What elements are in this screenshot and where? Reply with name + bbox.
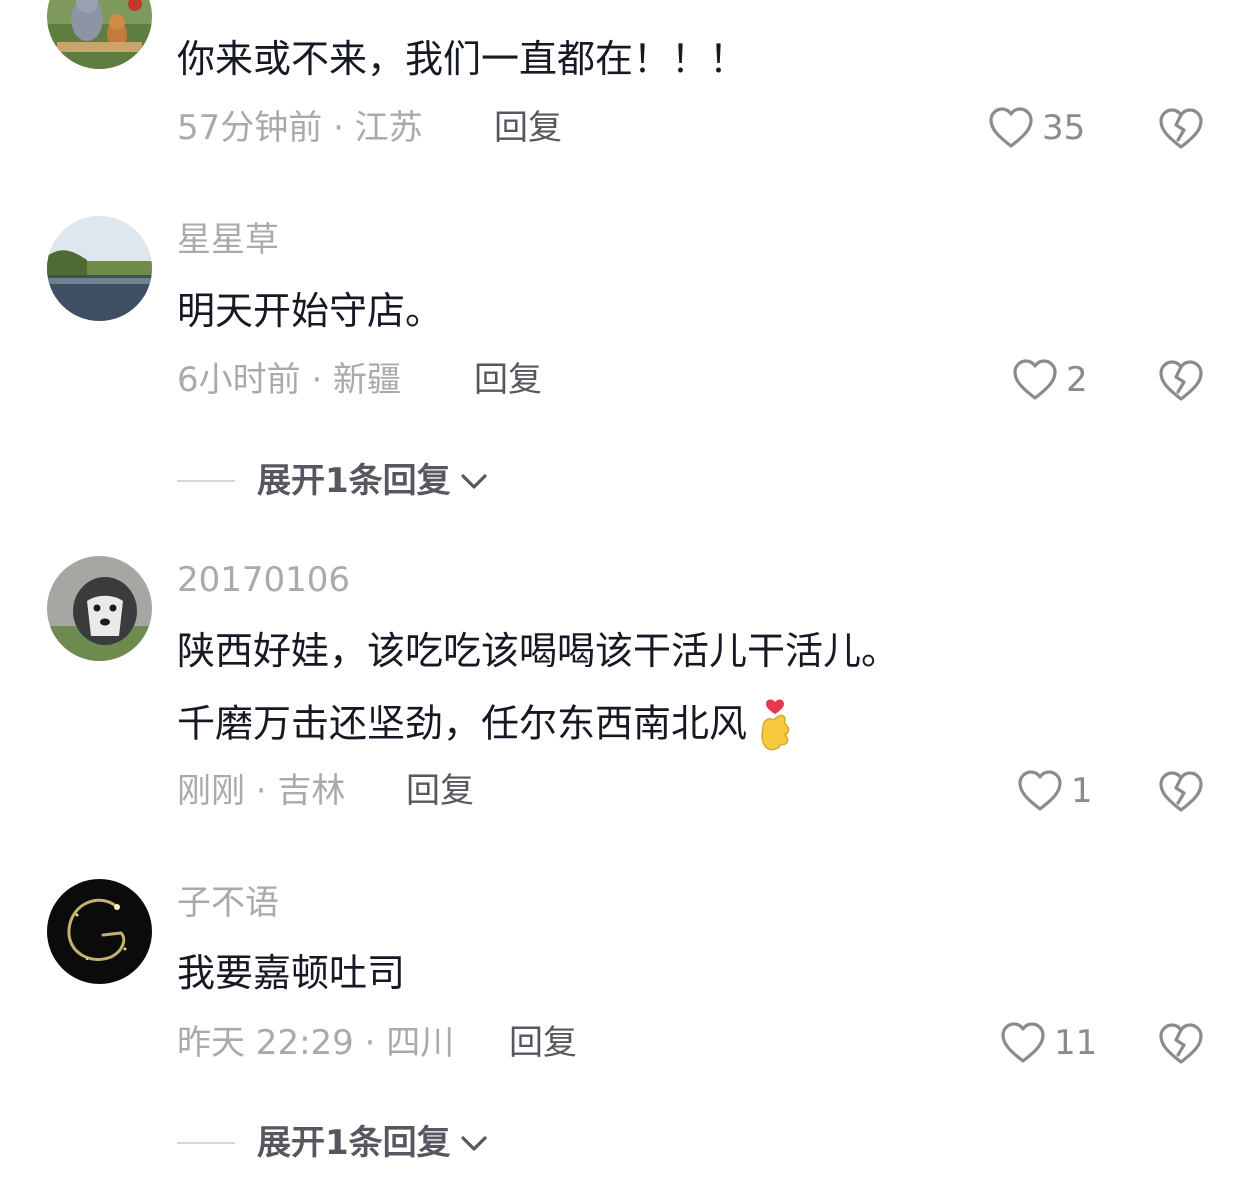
comment-text: 陕西好娃，该吃吃该喝喝该干活儿干活儿。 xyxy=(177,629,900,673)
divider xyxy=(177,480,235,482)
chevron-down-icon xyxy=(461,1136,487,1151)
heart-outline-icon xyxy=(1018,770,1062,811)
comment-text: 千磨万击还坚劲，任尔东西南北风 xyxy=(177,698,797,754)
dislike-button[interactable] xyxy=(1158,1021,1204,1067)
finger-heart-emoji xyxy=(761,699,790,751)
expand-replies-button[interactable]: 展开1条回复 xyxy=(177,1121,489,1165)
divider xyxy=(177,1142,235,1144)
username[interactable]: 子不语 xyxy=(177,883,279,923)
expand-replies-button[interactable]: 展开1条回复 xyxy=(177,459,489,503)
like-count: 1 xyxy=(1071,771,1093,811)
broken-heart-icon xyxy=(1159,1023,1203,1064)
heart-outline-icon xyxy=(989,107,1033,148)
comment-time-location: 昨天 22:29 · 四川 xyxy=(177,1023,455,1063)
reply-button[interactable]: 回复 xyxy=(494,108,562,148)
comment-text: 我要嘉顿吐司 xyxy=(177,951,406,995)
like-count: 11 xyxy=(1054,1023,1098,1063)
comment-list: 你来或不来，我们一直都在！！！ 57分钟前 · 江苏 回复 35 星星草 明天开… xyxy=(0,0,1242,1194)
like-count: 2 xyxy=(1066,360,1088,400)
dislike-button[interactable] xyxy=(1158,106,1204,152)
like-button[interactable]: 2 xyxy=(1012,356,1088,404)
reply-button[interactable]: 回复 xyxy=(474,360,542,400)
expand-replies-label: 展开1条回复 xyxy=(257,1123,451,1163)
heart-outline-icon xyxy=(1013,359,1057,400)
avatar[interactable] xyxy=(47,216,152,321)
like-button[interactable]: 35 xyxy=(988,104,1085,152)
comment-text: 你来或不来，我们一直都在！！！ xyxy=(177,37,748,81)
heart-outline-icon xyxy=(1001,1022,1045,1063)
broken-heart-icon xyxy=(1159,108,1203,149)
comment-text-line: 千磨万击还坚劲，任尔东西南北风 xyxy=(177,701,748,746)
like-button[interactable]: 11 xyxy=(1000,1019,1097,1067)
like-count: 35 xyxy=(1042,108,1086,148)
chevron-down-icon xyxy=(461,474,487,489)
avatar[interactable] xyxy=(47,0,152,69)
broken-heart-icon xyxy=(1159,360,1203,401)
comment-text: 明天开始守店。 xyxy=(177,289,444,333)
dislike-button[interactable] xyxy=(1158,358,1204,404)
comment-time-location: 6小时前 · 新疆 xyxy=(177,360,402,400)
avatar[interactable] xyxy=(47,556,152,661)
dislike-button[interactable] xyxy=(1158,769,1204,815)
reply-button[interactable]: 回复 xyxy=(509,1023,577,1063)
like-button[interactable]: 1 xyxy=(1017,767,1093,815)
username[interactable]: 20170106 xyxy=(177,560,350,600)
avatar[interactable] xyxy=(47,879,152,984)
reply-button[interactable]: 回复 xyxy=(406,771,474,811)
expand-replies-label: 展开1条回复 xyxy=(257,461,451,501)
username[interactable]: 星星草 xyxy=(177,220,279,260)
broken-heart-icon xyxy=(1159,771,1203,812)
comment-time-location: 刚刚 · 吉林 xyxy=(177,771,346,811)
comment-time-location: 57分钟前 · 江苏 xyxy=(177,108,423,148)
